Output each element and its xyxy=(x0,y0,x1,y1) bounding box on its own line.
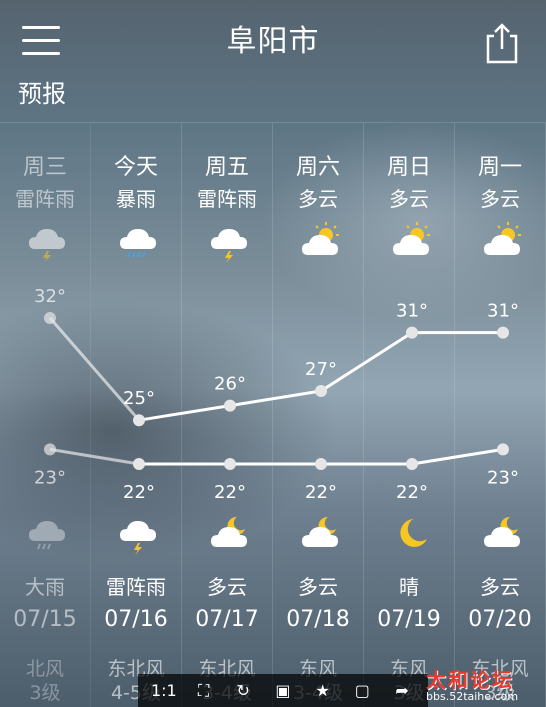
night-condition: 多云 xyxy=(480,575,520,599)
low-point xyxy=(44,443,56,456)
forecast-tab[interactable]: 预报 xyxy=(18,74,66,109)
high-temp-label: 26° xyxy=(214,374,246,395)
image-viewer-toolbar: 1:1 ⛶ ↻ ▣ ★ ▢ ➦ xyxy=(138,674,428,707)
night-condition: 多云 xyxy=(298,575,338,599)
night-condition: 晴 xyxy=(399,575,419,599)
low-temp-label: 23° xyxy=(487,467,519,488)
night-condition: 雷阵雨 xyxy=(106,575,166,599)
rotate-icon[interactable]: ↻ xyxy=(230,681,256,700)
date-label: 07/17 xyxy=(195,607,259,632)
high-point xyxy=(133,414,145,427)
high-temp-label: 25° xyxy=(123,388,155,409)
favorite-icon[interactable]: ★ xyxy=(310,681,336,700)
high-point xyxy=(44,312,56,324)
date-label: 07/20 xyxy=(468,607,532,632)
watermark-url: bbs.52taihe.com xyxy=(426,690,519,703)
wind-level: 3级 xyxy=(29,682,61,704)
wind-info: 北风 3级 xyxy=(0,657,90,705)
night-condition: 多云 xyxy=(207,575,247,599)
date-label: 07/15 xyxy=(13,607,77,632)
date-label: 07/19 xyxy=(377,607,441,632)
high-temp-label: 32° xyxy=(34,286,66,307)
high-point xyxy=(497,326,509,339)
ratio-button[interactable]: 1:1 xyxy=(151,681,177,700)
watermark: 太和论坛 bbs.52taihe.com xyxy=(420,664,546,707)
low-temp-label: 22° xyxy=(396,482,428,503)
low-temp-label: 22° xyxy=(214,482,246,503)
share-icon[interactable]: ➦ xyxy=(389,681,415,700)
city-title: 阜阳市 xyxy=(226,24,320,59)
low-point xyxy=(133,458,145,470)
low-temp-label: 23° xyxy=(34,467,66,488)
low-temp-label: 22° xyxy=(305,482,337,503)
watermark-title: 太和论坛 xyxy=(426,668,514,692)
high-point xyxy=(315,385,327,397)
low-temp-label: 22° xyxy=(123,482,155,503)
high-point xyxy=(224,399,236,412)
fit-screen-icon[interactable]: ⛶ xyxy=(191,681,217,701)
high-temp-label: 31° xyxy=(487,301,519,322)
fullscreen-icon[interactable]: ▢ xyxy=(349,681,375,700)
date-label: 07/18 xyxy=(286,607,350,632)
save-icon[interactable]: ▣ xyxy=(270,681,296,700)
wind-direction: 北风 xyxy=(25,658,64,680)
low-point xyxy=(315,458,327,470)
low-line-segment xyxy=(411,447,504,466)
low-point xyxy=(224,458,236,470)
header: 阜阳市 预报 xyxy=(0,0,546,120)
low-point xyxy=(406,458,418,470)
high-point xyxy=(406,326,418,339)
high-temp-label: 31° xyxy=(396,301,428,322)
temperature-chart: 32° 25° 26° 27° 31° 31° 23° 22° 22° 22° 22° 23° xyxy=(34,286,519,503)
date-label: 07/16 xyxy=(104,607,168,632)
high-temp-label: 27° xyxy=(305,359,337,380)
night-condition: 大雨 xyxy=(25,575,65,599)
low-point xyxy=(497,443,509,456)
low-line-segment xyxy=(49,447,140,466)
weather-screen: 阜阳市 预报 周三 雷阵雨 大雨 07/15 北风 3级 今天 暴雨 雷阵雨 07/16 东北风 4-… xyxy=(0,0,546,707)
share-icon[interactable] xyxy=(484,22,520,64)
